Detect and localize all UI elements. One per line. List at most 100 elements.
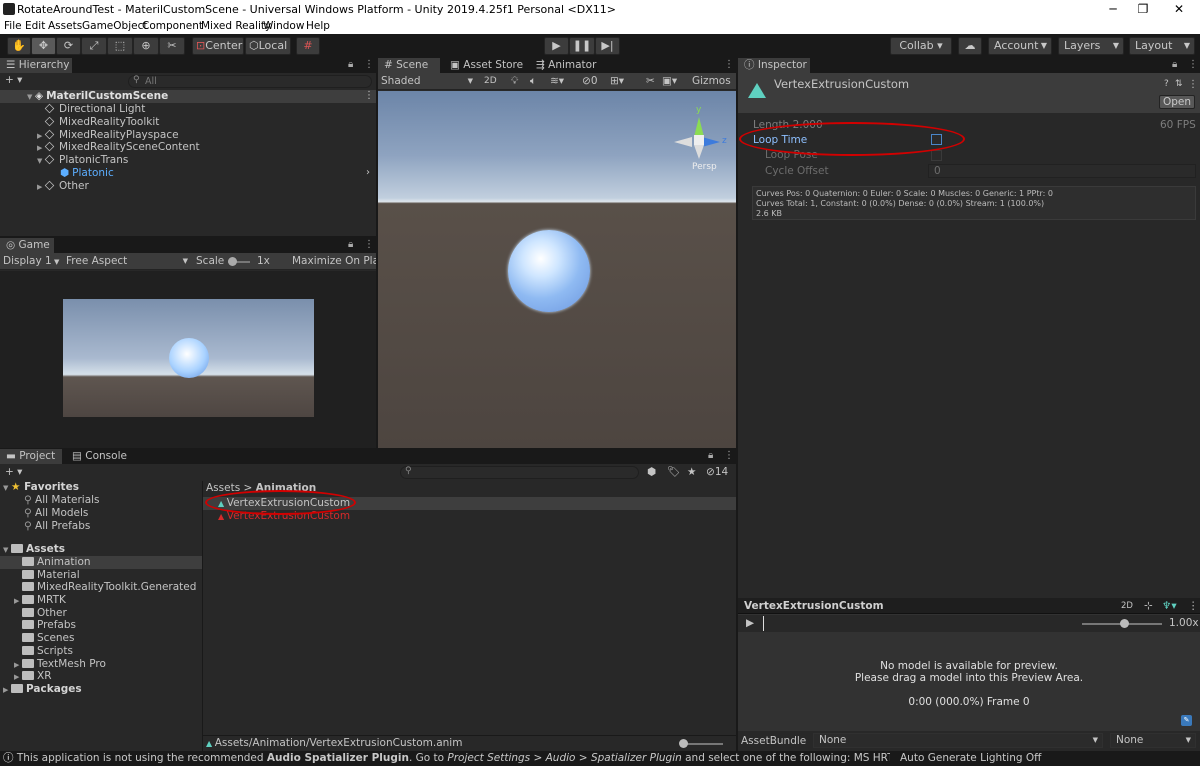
expand-arrow-icon[interactable]: ▼ (37, 155, 45, 168)
speed-slider-thumb[interactable] (1120, 619, 1129, 628)
maximize-on-play-toggle[interactable]: Maximize On Play (292, 255, 376, 268)
tools-icon[interactable]: ✂ (646, 75, 655, 88)
menu-help[interactable]: Help (306, 20, 330, 32)
cloud-button[interactable]: ☁ (958, 37, 982, 55)
grid-toggle-icon[interactable]: ⊞▾ (610, 75, 624, 88)
folder-item[interactable]: Animation (14, 556, 91, 569)
play-button[interactable]: ▶ (544, 37, 569, 55)
gizmos-dropdown[interactable]: Gizmos (692, 75, 731, 88)
lock-icon[interactable]: 🔒︎ (1172, 59, 1177, 70)
menu-mixed-reality[interactable]: Mixed Reality (201, 20, 271, 32)
minimize-button[interactable]: ─ (1098, 1, 1128, 17)
expand-arrow-icon[interactable]: ▶ (37, 181, 45, 194)
create-button[interactable]: + ▾ (5, 74, 22, 87)
favorite-item[interactable]: ⚲ All Prefabs (24, 520, 90, 533)
panel-menu-icon[interactable]: ⋮ (724, 450, 734, 461)
folder-item[interactable]: MixedRealityToolkit.Generated (14, 581, 196, 594)
hand-tool-button[interactable]: ✋ (7, 37, 31, 55)
gizmo-center-cube[interactable] (694, 135, 704, 145)
favorite-item[interactable]: ⚲ All Materials (24, 494, 100, 507)
tab-project[interactable]: ▬ Project (0, 449, 62, 464)
assets-header[interactable]: ▼ Assets (3, 543, 65, 556)
tab-asset-store[interactable]: ▣ Asset Store (444, 58, 529, 73)
y-axis-arrow[interactable] (694, 117, 704, 137)
favorite-item[interactable]: ⚲ All Models (24, 507, 88, 520)
folder-item[interactable]: Scripts (14, 645, 73, 658)
hidden-objects-toggle[interactable]: ⊘0 (582, 75, 598, 88)
expand-arrow-icon[interactable]: ▶ (3, 684, 11, 697)
menu-file[interactable]: File (4, 20, 22, 32)
hierarchy-item[interactable]: ▶ MixedRealitySceneContent (37, 141, 200, 154)
preview-menu-icon[interactable]: ⋮ (1188, 600, 1199, 613)
hierarchy-search-input[interactable]: All (128, 75, 372, 88)
assetbundle-dropdown[interactable]: None ▼ (813, 733, 1103, 748)
tab-hierarchy[interactable]: ☰ Hierarchy (0, 58, 72, 73)
shading-dropdown[interactable]: Shaded ▼ (381, 75, 473, 88)
tab-animator[interactable]: ⇶ Animator (530, 58, 602, 73)
effects-icon[interactable]: ≋▾ (550, 75, 564, 88)
create-asset-button[interactable]: + ▾ (5, 466, 22, 479)
scene-gizmo[interactable]: y z Persp (672, 99, 732, 172)
z-axis-arrow[interactable] (702, 137, 720, 147)
pause-button[interactable]: ❚❚ (569, 37, 595, 55)
search-by-type-icon[interactable]: ⬢ (647, 466, 656, 479)
lock-icon[interactable]: 🔒︎ (348, 59, 353, 70)
loop-pose-checkbox[interactable] (931, 150, 942, 161)
open-button[interactable]: Open (1159, 95, 1195, 109)
scene-menu-icon[interactable]: ⋮ (364, 90, 374, 101)
auto-lighting-status[interactable]: Auto Generate Lighting Off (900, 751, 1041, 766)
expand-arrow-icon[interactable]: ▼ (27, 91, 35, 104)
pivot-icon[interactable]: ⊹ (1144, 600, 1153, 613)
panel-menu-icon[interactable]: ⋮ (364, 59, 374, 70)
neg-y-axis-arrow[interactable] (694, 145, 704, 159)
platonic-sphere[interactable] (508, 230, 590, 312)
layers-dropdown[interactable]: Layers ▼ (1058, 37, 1124, 55)
maximize-button[interactable]: ❐ (1128, 1, 1158, 17)
folder-item[interactable]: ▶ XR (14, 670, 52, 683)
layout-dropdown[interactable]: Layout ▼ (1129, 37, 1195, 55)
move-tool-button[interactable]: ✥ (31, 37, 56, 55)
favorites-header[interactable]: ▼ ★ Favorites (3, 481, 79, 494)
lighting-icon[interactable]: 💡︎ (511, 75, 518, 88)
component-menu-icon[interactable]: ⋮ (1188, 78, 1198, 91)
2d-toggle[interactable]: 2D (484, 75, 497, 88)
menu-edit[interactable]: Edit (25, 20, 45, 32)
tab-inspector[interactable]: ⓘ Inspector (738, 58, 810, 73)
custom-tool-button[interactable]: ✂ (159, 37, 185, 55)
scene-view[interactable]: y z Persp (378, 91, 736, 448)
hierarchy-item[interactable]: MixedRealityToolkit (37, 116, 159, 129)
transform-tool-button[interactable]: ⊕ (133, 37, 159, 55)
packages-header[interactable]: ▶ Packages (3, 683, 82, 696)
audio-icon[interactable]: 🔈︎ (530, 75, 536, 88)
rotate-tool-button[interactable]: ⟳ (56, 37, 81, 55)
settings-icon[interactable]: ⇅ (1175, 78, 1183, 91)
hierarchy-item[interactable]: ▶ Other (37, 180, 89, 193)
panel-menu-icon[interactable]: ⋮ (1188, 59, 1198, 70)
camera-icon[interactable]: ▣▾ (662, 75, 677, 88)
rect-tool-button[interactable]: ⬚ (107, 37, 133, 55)
tab-console[interactable]: ▤ Console (66, 449, 133, 464)
timeline-cursor[interactable] (763, 616, 764, 631)
hidden-packages-toggle[interactable]: ⊘14 (706, 466, 728, 479)
menu-component[interactable]: Component (142, 20, 203, 32)
tag-icon[interactable]: ✎ (1181, 715, 1192, 726)
step-button[interactable]: ▶| (595, 37, 620, 55)
expand-arrow-icon[interactable]: ▼ (3, 482, 11, 495)
status-message[interactable]: ⓘ This application is not using the reco… (0, 751, 890, 766)
persp-label[interactable]: Persp (692, 162, 717, 172)
scale-slider-thumb[interactable] (228, 257, 237, 266)
help-icon[interactable]: ? (1164, 78, 1169, 91)
pivot-space-toggle[interactable]: ⬡Local (245, 37, 291, 55)
menu-gameobject[interactable]: GameObject (82, 20, 147, 32)
hierarchy-item[interactable]: ⬢ Platonic (52, 167, 114, 180)
project-search-input[interactable] (400, 466, 639, 479)
tab-scene[interactable]: #︎ Scene (378, 58, 440, 73)
x-axis-arrow[interactable] (674, 137, 692, 147)
hierarchy-item[interactable]: ▼ PlatonicTrans (37, 154, 128, 167)
scene-row[interactable]: ▼ ◈ MaterilCustomScene ⋮ (0, 90, 376, 103)
collab-dropdown[interactable]: Collab ▾ (890, 37, 952, 55)
preview-play-button[interactable]: ▶ (746, 617, 754, 630)
avatar-icon[interactable]: ♆▾ (1162, 600, 1177, 613)
folder-item[interactable]: Scenes (14, 632, 74, 645)
menu-assets[interactable]: Assets (48, 20, 82, 32)
